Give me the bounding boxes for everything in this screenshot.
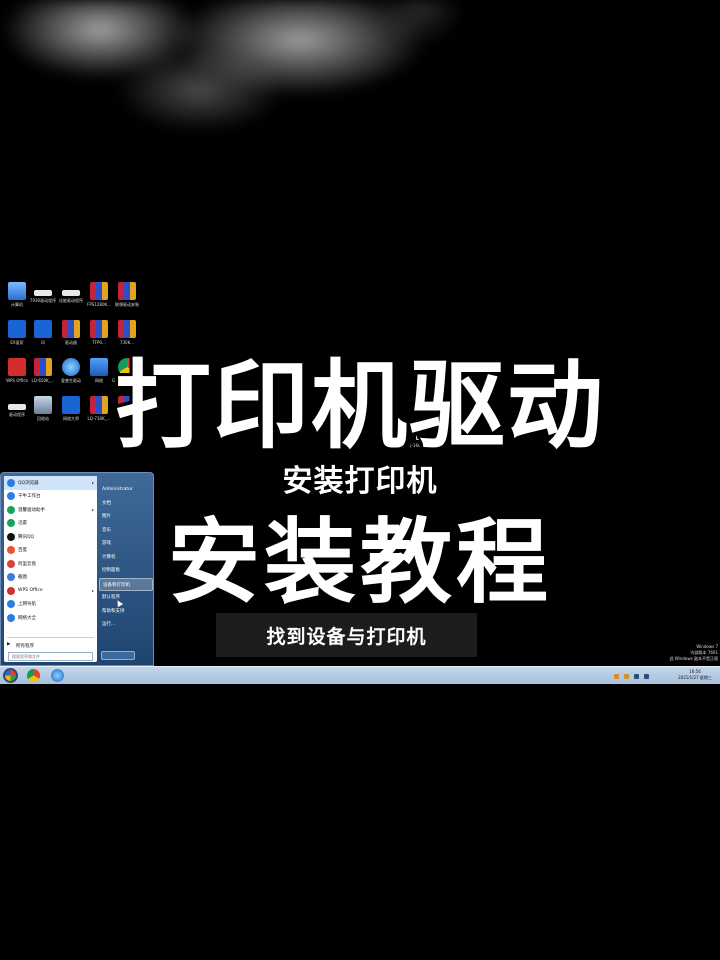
shutdown-button[interactable] (101, 651, 135, 660)
divider (7, 637, 94, 638)
desktop-icon[interactable]: 佳能驱动程序 (56, 282, 86, 303)
desktop-icon[interactable]: 7930驱动程序 (28, 282, 58, 303)
volume-icon[interactable] (644, 673, 649, 679)
watermark-line3: 此 Windows 副本不是正版 (669, 656, 718, 661)
system-tray (614, 671, 674, 681)
desktop-icon[interactable]: FPS1280K... (84, 282, 114, 307)
overlay-title-line1: 打印机驱动 (113, 348, 605, 464)
document-icon (62, 290, 80, 296)
overlay-title-line2: 安装教程 (166, 507, 552, 618)
desktop-icon-label: FPS1280K... (87, 302, 111, 307)
desktop-icon-label: 联想驱动安装 (115, 302, 139, 307)
video-frame: 计算机 7930驱动程序 佳能驱动程序 FPS1280K... 联想驱动安装 EX爱家印驱… (0, 0, 720, 960)
desktop-icon-label: 佳能驱动程序 (59, 298, 83, 303)
start-search-input[interactable]: 搜索程序和文件 (8, 652, 93, 661)
taskbar-clock[interactable]: 16:56 2021/1/27 星期三 (672, 669, 718, 681)
all-programs-label: 所有程序 (16, 643, 34, 649)
archive-icon (90, 282, 108, 300)
caption-box: 找到设备与打印机 (216, 613, 477, 657)
start-button[interactable] (3, 668, 18, 683)
computer-icon (8, 282, 26, 300)
desktop-icon[interactable]: 联想驱动安装 (112, 282, 142, 307)
clock-date: 2021/1/27 星期三 (678, 675, 712, 680)
caption-text: 找到设备与打印机 (266, 625, 427, 648)
tray-icon[interactable] (614, 673, 619, 679)
arrow-right-icon: ▶ (7, 641, 11, 647)
ie-taskbar-icon[interactable] (51, 669, 64, 682)
blurred-background (0, 0, 720, 230)
tray-icon[interactable] (624, 673, 629, 679)
desktop-icon-label: 7930驱动程序 (29, 298, 57, 303)
chrome-taskbar-icon[interactable] (27, 669, 40, 682)
document-icon (34, 290, 52, 296)
tray-icon[interactable] (634, 673, 639, 679)
taskbar: 16:56 2021/1/27 星期三 (0, 666, 720, 684)
archive-icon (118, 282, 136, 300)
all-programs-item[interactable]: ▶ 所有程序 (4, 636, 97, 653)
windows-watermark: Windows 7 内部版本 7601 此 Windows 副本不是正版 (630, 644, 718, 662)
